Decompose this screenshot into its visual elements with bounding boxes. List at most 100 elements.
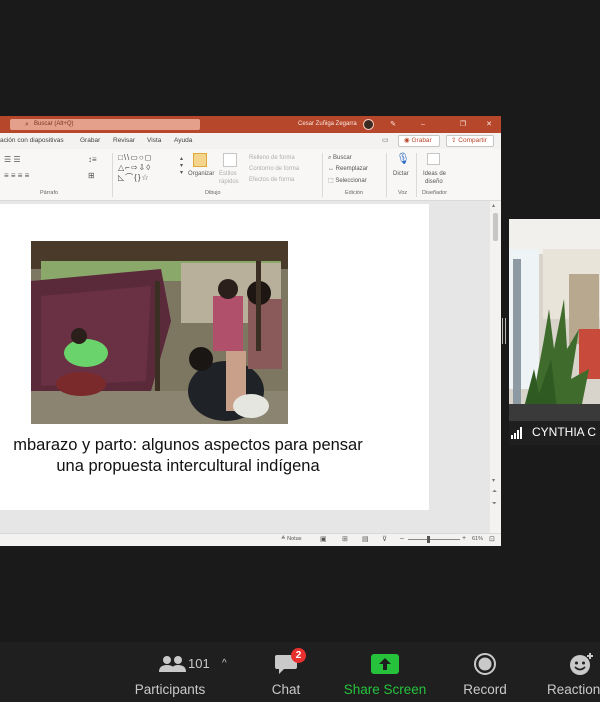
record-label: Record — [463, 682, 507, 697]
comment-icon[interactable]: ▭ — [382, 136, 389, 144]
find-button[interactable]: ⌕ Buscar — [328, 155, 352, 162]
vertical-scrollbar[interactable]: ▴ ▾ ⏶ ⏷ — [490, 201, 501, 533]
scroll-down-icon[interactable]: ▾ — [492, 477, 495, 484]
select-button[interactable]: ⬚ Seleccionar — [328, 177, 367, 184]
slide-photo — [31, 241, 288, 424]
chat-button[interactable]: 2 Chat — [256, 642, 316, 702]
participant-name: CYNTHIA C — [532, 425, 597, 439]
organize-button[interactable]: Organizar — [188, 171, 214, 177]
ppt-ribbon: ☰ ☰ ↕≡ ≡ ≡ ≡ ≡ ⊞ Párrafo □\\▭○◻ △⌐⇨⇩◊ ◺⌒{}… — [0, 149, 501, 201]
quick-styles-button[interactable]: Estilos — [219, 171, 237, 177]
avatar[interactable] — [363, 119, 374, 130]
chat-unread-badge: 2 — [291, 648, 306, 663]
shared-powerpoint-window: ⌕ Buscar (Alt+Q) Cesar Zuñiga Zegarra ✎ … — [0, 116, 501, 546]
zoom-in-icon[interactable]: + — [462, 535, 466, 542]
bullet-list-icon[interactable]: ☰ ☰ — [4, 155, 21, 164]
share-ppt-button-label: Compartir — [458, 137, 487, 144]
drawing-group-label: Dibujo — [205, 190, 221, 196]
select-label: Seleccionar — [335, 178, 367, 184]
tab-slideshow[interactable]: ación con diapositivas — [0, 137, 64, 144]
slide-caption-line2: una propuesta intercultural indígena — [56, 457, 320, 475]
tab-record[interactable]: Grabar — [80, 137, 100, 144]
ppt-title-bar: ⌕ Buscar (Alt+Q) Cesar Zuñiga Zegarra ✎ … — [0, 116, 501, 133]
record-meeting-button[interactable]: Record — [450, 642, 520, 702]
share-screen-label: Share Screen — [343, 682, 427, 697]
zoom-level[interactable]: 61% — [472, 536, 483, 542]
smartart-icon[interactable]: ⊞ — [88, 171, 95, 180]
participants-label: Participants — [134, 682, 206, 697]
paragraph-group-label: Párrafo — [40, 190, 59, 196]
minimize-icon[interactable]: – — [416, 118, 430, 131]
line-spacing-icon[interactable]: ↕≡ — [88, 155, 97, 164]
share-ppt-button[interactable]: ⇪ Compartir — [446, 135, 494, 147]
meeting-toolbar: 101 Participants ^ 2 Chat Share Screen R… — [0, 642, 600, 702]
chevron-up-icon[interactable]: ^ — [222, 658, 227, 669]
design-ideas-button[interactable]: Ideas de — [423, 171, 446, 177]
voice-group-label: Voz — [398, 190, 408, 196]
dictate-button[interactable]: Dictar — [393, 171, 409, 177]
ppt-menu-tabs: ación con diapositivas Grabar Revisar Vi… — [0, 133, 501, 149]
tab-help[interactable]: Ayuda — [174, 137, 192, 144]
shape-fill-button[interactable]: Relleno de forma — [249, 155, 295, 161]
share-screen-button[interactable]: Share Screen — [335, 642, 435, 702]
align-icons[interactable]: ≡ ≡ ≡ ≡ — [4, 171, 29, 180]
record-button[interactable]: ◉ Grabar — [398, 135, 440, 147]
quick-styles-icon — [223, 153, 237, 167]
notes-label: Notas — [287, 536, 302, 542]
editing-group-label: Edición — [345, 190, 364, 196]
shape-effects-button[interactable]: Efectos de forma — [249, 177, 294, 183]
ppt-status-bar: ≙ Notas ▣ ⊞ ▤ ⊽ – + 61% ⊡ — [0, 533, 501, 546]
design-ideas-line2: diseño — [425, 179, 443, 185]
reactions-button[interactable]: Reactions — [545, 642, 600, 702]
reactions-icon — [570, 653, 593, 675]
tab-view[interactable]: Vista — [147, 137, 161, 144]
zoom-slider[interactable] — [408, 539, 460, 540]
ppt-search-placeholder: Buscar (Alt+Q) — [34, 121, 74, 127]
slide-photo-image — [31, 241, 288, 424]
chat-label: Chat — [271, 682, 301, 697]
slideshow-icon[interactable]: ⊽ — [382, 535, 387, 543]
share-screen-icon — [371, 654, 399, 674]
participant-video-frame — [509, 219, 600, 421]
participants-icon — [159, 656, 186, 672]
slide-caption: mbarazo y parto: algunos aspectos para p… — [0, 435, 388, 477]
scrollbar-thumb[interactable] — [493, 213, 498, 241]
designer-group-label: Diseñador — [422, 190, 448, 196]
arrange-icon — [193, 153, 207, 167]
participant-video-tile[interactable]: CYNTHIA C — [509, 219, 600, 445]
restore-icon[interactable]: ❐ — [456, 118, 470, 131]
close-icon[interactable]: ✕ — [482, 118, 496, 131]
normal-view-icon[interactable]: ▣ — [320, 535, 327, 543]
shapes-gallery[interactable]: □\\▭○◻ △⌐⇨⇩◊ ◺⌒{}☆ — [118, 153, 180, 185]
fit-slide-icon[interactable]: ⊡ — [489, 535, 495, 543]
next-slide-icon[interactable]: ⏷ — [492, 501, 497, 508]
slide[interactable]: mbarazo y parto: algunos aspectos para p… — [0, 204, 429, 510]
ribbon-divider — [416, 153, 417, 197]
record-icon — [474, 653, 496, 675]
ribbon-divider — [322, 153, 323, 197]
gallery-scroll-icon[interactable]: ▴ ▾ ▾ — [180, 155, 183, 176]
shape-outline-button[interactable]: Contorno de forma — [249, 166, 299, 172]
slide-editing-area: mbarazo y parto: algunos aspectos para p… — [0, 201, 501, 533]
split-view-handle[interactable] — [502, 318, 506, 344]
microphone-icon: 🎙 — [396, 153, 410, 165]
slide-sorter-icon[interactable]: ⊞ — [342, 535, 348, 543]
participants-button[interactable]: 101 Participants — [120, 642, 220, 702]
zoom-slider-thumb[interactable] — [427, 536, 430, 543]
record-dot-icon: ◉ — [404, 137, 410, 144]
replace-button[interactable]: ↔ Reemplazar — [328, 166, 368, 172]
tab-review[interactable]: Revisar — [113, 137, 135, 144]
zoom-out-icon[interactable]: – — [400, 535, 404, 542]
notes-button[interactable]: ≙ Notas — [281, 536, 302, 542]
pen-icon[interactable]: ✎ — [386, 118, 400, 131]
scroll-up-icon[interactable]: ▴ — [492, 202, 495, 209]
reading-view-icon[interactable]: ▤ — [362, 535, 369, 543]
ppt-search-box[interactable]: ⌕ Buscar (Alt+Q) — [10, 119, 200, 130]
quick-styles-line2: rápidos — [219, 179, 239, 185]
prev-slide-icon[interactable]: ⏶ — [492, 489, 497, 496]
record-button-label: Grabar — [411, 137, 432, 144]
slide-caption-line1: mbarazo y parto: algunos aspectos para p… — [13, 436, 363, 454]
find-label: Buscar — [333, 155, 352, 161]
participants-count: 101 — [188, 656, 210, 671]
ribbon-divider — [386, 153, 387, 197]
